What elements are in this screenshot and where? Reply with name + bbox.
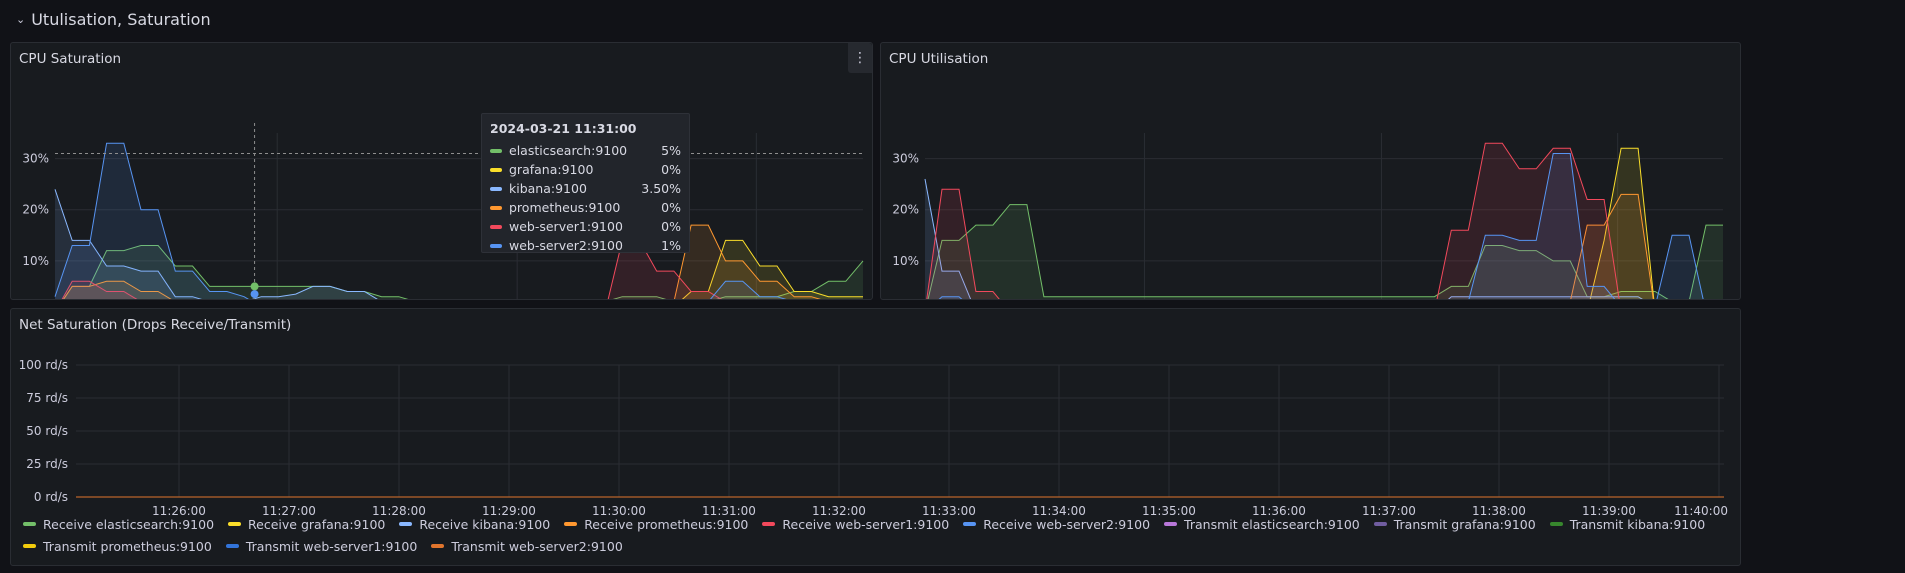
legend-swatch: [1164, 522, 1178, 526]
tooltip-series-value: 0%: [661, 219, 681, 234]
legend-item[interactable]: Receive prometheus:9100: [564, 516, 748, 532]
legend-label: Receive kibana:9100: [419, 516, 551, 532]
panel-title: CPU Utilisation: [889, 51, 989, 67]
y-tick-label: 10%: [22, 254, 49, 268]
legend-swatch: [1373, 522, 1387, 526]
tooltip-series-swatch: [490, 224, 502, 229]
legend-swatch: [399, 522, 413, 526]
legend-item[interactable]: Receive kibana:9100: [399, 516, 550, 532]
legend-swatch: [564, 522, 578, 526]
y-tick-label: 30%: [22, 152, 49, 166]
legend-swatch: [1549, 522, 1563, 526]
tooltip-series-swatch: [490, 205, 502, 210]
tooltip-row: grafana:9100 0%: [490, 160, 681, 179]
legend-swatch: [23, 522, 36, 526]
legend-swatch: [225, 544, 239, 548]
legend-label: Transmit elasticsearch:9100: [1184, 516, 1360, 532]
tooltip-series-value: 0%: [661, 162, 681, 177]
panel-cpu-utilisation: CPU Utilisation 30%20%10%0%11:3011:3511:…: [880, 42, 1741, 300]
legend-label: Receive elasticsearch:9100: [43, 516, 215, 532]
net-saturation-chart[interactable]: 100 rd/s75 rd/s50 rd/s25 rd/s0 rd/s11:26…: [11, 345, 1740, 525]
legend-label: Transmit grafana:9100: [1393, 516, 1536, 532]
panel-title: Net Saturation (Drops Receive/Transmit): [19, 317, 292, 333]
series-area: [926, 143, 1620, 299]
legend-swatch: [762, 522, 776, 526]
panel-cpu-saturation: CPU Saturation ⋮ 30%20%10%0%11:3011:3511…: [10, 42, 873, 300]
tooltip-series-name: grafana:9100: [509, 162, 594, 177]
legend-item[interactable]: Receive grafana:9100: [228, 516, 385, 532]
row-header[interactable]: ⌄ Utulisation, Saturation: [16, 8, 211, 30]
legend-label: Transmit prometheus:9100: [43, 538, 212, 554]
legend-item[interactable]: Transmit web-server2:9100: [431, 538, 623, 554]
legend-label: Transmit kibana:9100: [1569, 516, 1706, 532]
tooltip-series-swatch: [490, 243, 502, 248]
y-tick-label: 50 rd/s: [26, 424, 68, 438]
tooltip-series-name: web-server2:9100: [509, 238, 623, 253]
legend-swatch: [23, 544, 36, 548]
panel-net-saturation: Net Saturation (Drops Receive/Transmit) …: [10, 308, 1741, 566]
legend-item[interactable]: Transmit elasticsearch:9100: [1164, 516, 1360, 532]
hover-point: [250, 290, 259, 299]
y-tick-label: 0 rd/s: [34, 490, 68, 504]
tooltip-series-value: 0%: [661, 200, 681, 215]
more-vertical-icon: ⋮: [853, 50, 867, 66]
tooltip-series-swatch: [490, 186, 502, 191]
legend-item[interactable]: Transmit kibana:9100: [1549, 516, 1706, 532]
cpu-saturation-chart[interactable]: 30%20%10%0%11:3011:3511:40: [11, 79, 872, 299]
tooltip-series-name: prometheus:9100: [509, 200, 621, 215]
tooltip-series-value: 5%: [661, 143, 681, 158]
legend-item[interactable]: Receive elasticsearch:9100: [23, 516, 214, 532]
legend-label: Receive web-server2:9100: [983, 516, 1151, 532]
net-legend: Receive elasticsearch:9100 Receive grafan…: [23, 516, 1743, 554]
tooltip-row: elasticsearch:9100 5%: [490, 141, 681, 160]
y-tick-label: 100 rd/s: [19, 358, 68, 372]
y-tick-label: 25 rd/s: [26, 457, 68, 471]
tooltip-series-swatch: [490, 148, 502, 153]
legend-item[interactable]: Receive web-server1:9100: [762, 516, 949, 532]
tooltip-series-name: kibana:9100: [509, 181, 587, 196]
tooltip-row: web-server1:9100 0%: [490, 217, 681, 236]
y-tick-label: 75 rd/s: [26, 391, 68, 405]
legend-item[interactable]: Transmit prometheus:9100: [23, 538, 212, 554]
cpu-utilisation-chart[interactable]: 30%20%10%0%11:3011:3511:40: [881, 79, 1740, 299]
y-tick-label: 20%: [22, 203, 49, 217]
tooltip-series-swatch: [490, 167, 502, 172]
tooltip-row: web-server2:9100 1%: [490, 236, 681, 255]
y-tick-label: 30%: [892, 152, 919, 166]
legend-swatch: [963, 522, 977, 526]
legend-swatch: [228, 522, 242, 526]
y-tick-label: 10%: [892, 254, 919, 268]
hover-tooltip: 2024-03-21 11:31:00 elasticsearch:9100 5%…: [481, 113, 690, 253]
legend-item[interactable]: Receive web-server2:9100: [963, 516, 1150, 532]
legend-label: Receive web-server1:9100: [782, 516, 950, 532]
chevron-down-icon[interactable]: ⌄: [16, 13, 25, 26]
panel-menu-button[interactable]: ⋮: [848, 43, 872, 73]
tooltip-series-name: elasticsearch:9100: [509, 143, 628, 158]
tooltip-time: 2024-03-21 11:31:00: [490, 121, 637, 136]
legend-swatch: [431, 544, 445, 548]
panel-title: CPU Saturation: [19, 51, 122, 67]
tooltip-series-name: web-server1:9100: [509, 219, 623, 234]
legend-label: Receive grafana:9100: [248, 516, 386, 532]
legend-item[interactable]: Transmit grafana:9100: [1373, 516, 1536, 532]
y-tick-label: 20%: [892, 203, 919, 217]
legend-label: Receive prometheus:9100: [584, 516, 749, 532]
hover-point: [250, 282, 259, 291]
tooltip-row: prometheus:9100 0%: [490, 198, 681, 217]
tooltip-series-value: 1%: [661, 238, 681, 253]
legend-label: Transmit web-server1:9100: [245, 538, 418, 554]
legend-item[interactable]: Transmit web-server1:9100: [225, 538, 418, 554]
tooltip-series-value: 3.50%: [641, 181, 681, 196]
row-title: Utulisation, Saturation: [31, 9, 211, 29]
tooltip-row: kibana:9100 3.50%: [490, 179, 681, 198]
legend-label: Transmit web-server2:9100: [451, 538, 623, 554]
